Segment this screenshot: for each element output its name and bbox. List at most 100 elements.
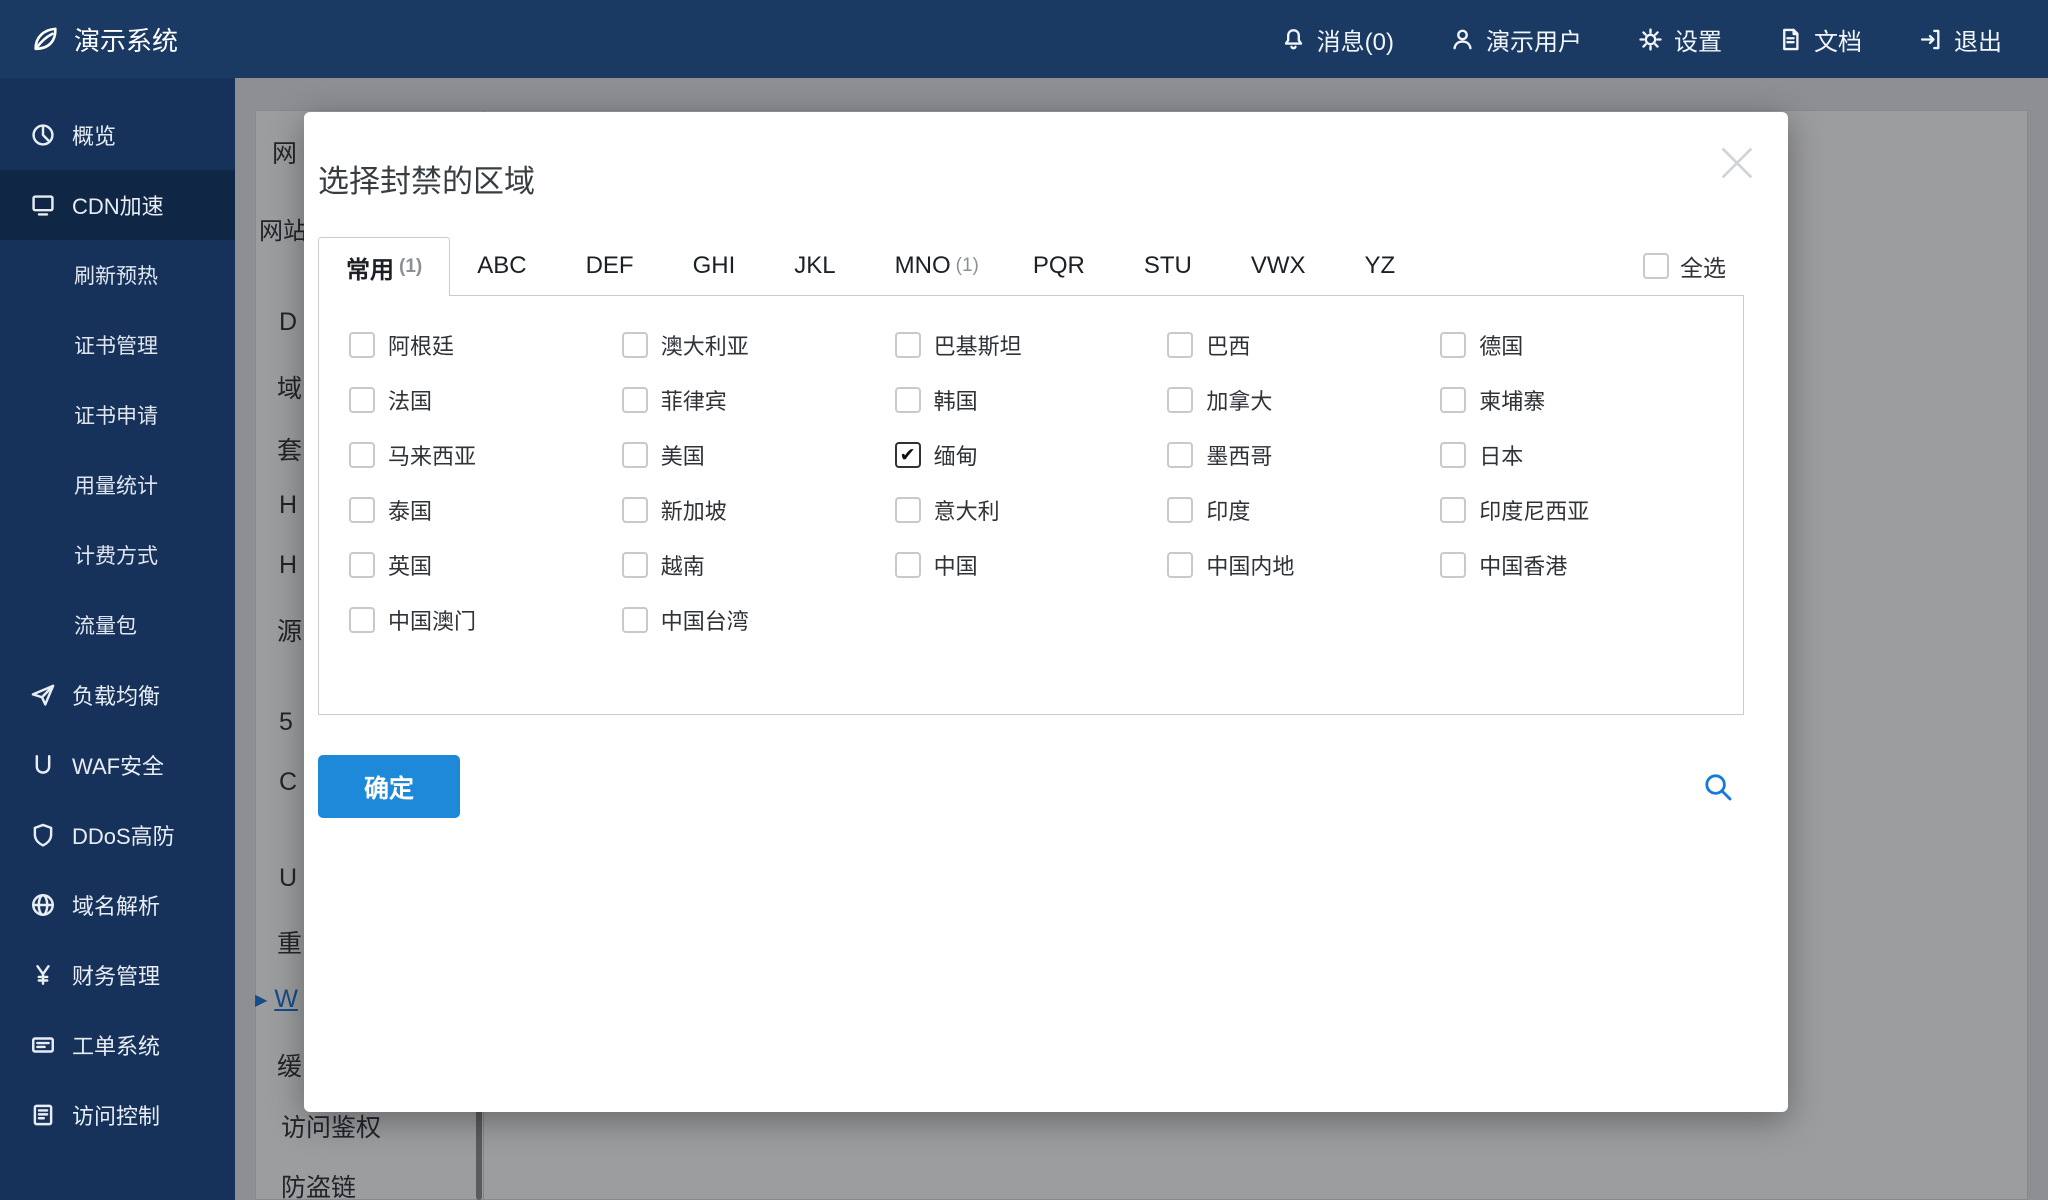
sidebar-item[interactable]: 财务管理 <box>0 940 235 1010</box>
checkbox[interactable]: ✔ <box>1167 552 1193 578</box>
region-option[interactable]: ✔ 泰国 <box>349 495 622 525</box>
modal-title: 选择封禁的区域 <box>318 112 1744 201</box>
checkbox[interactable]: ✔ <box>349 387 375 413</box>
checkbox[interactable]: ✔ <box>622 442 648 468</box>
region-option[interactable]: ✔ 印度 <box>1167 495 1440 525</box>
region-option[interactable]: ✔ 中国澳门 <box>349 605 622 635</box>
search-icon[interactable] <box>1698 767 1738 807</box>
region-option[interactable]: ✔ 缅甸 <box>895 440 1168 470</box>
region-option[interactable]: ✔ 中国内地 <box>1167 550 1440 580</box>
region-option[interactable]: ✔ 加拿大 <box>1167 385 1440 415</box>
navbar-item[interactable]: 退出 <box>1918 22 2002 57</box>
region-panel: ✔ 阿根廷 ✔ 澳大利亚 ✔ 巴基斯坦 <box>318 295 1744 715</box>
sidebar-item[interactable]: 刷新预热 <box>0 240 235 310</box>
region-option[interactable]: ✔ 英国 <box>349 550 622 580</box>
sidebar-item[interactable]: 概览 <box>0 100 235 170</box>
checkbox[interactable]: ✔ <box>349 552 375 578</box>
checkbox[interactable]: ✔ <box>622 332 648 358</box>
navbar-item[interactable]: 设置 <box>1638 22 1722 57</box>
region-option[interactable]: ✔ 印度尼西亚 <box>1440 495 1713 525</box>
sidebar-item[interactable]: 证书申请 <box>0 380 235 450</box>
checkbox[interactable]: ✔ <box>622 552 648 578</box>
region-option[interactable]: ✔ 中国 <box>895 550 1168 580</box>
region-option[interactable]: ✔ 巴基斯坦 <box>895 330 1168 360</box>
sidebar-item[interactable]: 流量包 <box>0 590 235 660</box>
tab[interactable]: PQR <box>1006 237 1117 295</box>
region-option[interactable]: ✔ 澳大利亚 <box>622 330 895 360</box>
brand[interactable]: 演示系统 <box>0 21 178 58</box>
sidebar-item[interactable]: 负载均衡 <box>0 660 235 730</box>
sidebar-item[interactable]: CDN加速 <box>0 170 235 240</box>
checkbox[interactable]: ✔ <box>1440 552 1466 578</box>
sidebar-item[interactable]: DDoS高防 <box>0 800 235 870</box>
checkbox[interactable]: ✔ <box>349 332 375 358</box>
select-all-checkbox[interactable]: ✔ 全选 <box>1643 249 1744 283</box>
sidebar-item[interactable]: 用量统计 <box>0 450 235 520</box>
navbar-item[interactable]: 消息(0) <box>1281 22 1394 57</box>
checkbox[interactable]: ✔ <box>1440 387 1466 413</box>
checkbox[interactable]: ✔ <box>895 552 921 578</box>
region-option[interactable]: ✔ 墨西哥 <box>1167 440 1440 470</box>
region-option[interactable]: ✔ 越南 <box>622 550 895 580</box>
tab[interactable]: JKL <box>767 237 867 295</box>
checkbox[interactable]: ✔ <box>895 497 921 523</box>
region-option[interactable]: ✔ 中国香港 <box>1440 550 1713 580</box>
tab[interactable]: ABC <box>450 237 558 295</box>
region-option[interactable]: ✔ 中国台湾 <box>622 605 895 635</box>
close-icon[interactable] <box>1712 138 1762 188</box>
sidebar-item[interactable]: 工单系统 <box>0 1010 235 1080</box>
access-icon <box>30 1102 56 1128</box>
confirm-button[interactable]: 确定 <box>318 755 460 818</box>
checkbox[interactable]: ✔ <box>895 332 921 358</box>
tab[interactable]: DEF <box>559 237 666 295</box>
checkbox[interactable]: ✔ <box>1167 497 1193 523</box>
checkbox[interactable]: ✔ <box>895 387 921 413</box>
sidebar-item[interactable]: 证书管理 <box>0 310 235 380</box>
region-option[interactable]: ✔ 日本 <box>1440 440 1713 470</box>
sidebar: 概览 CDN加速 刷新预热 证书管理 证书申请 <box>0 78 235 1200</box>
shield-icon <box>30 822 56 848</box>
checkbox[interactable]: ✔ <box>622 607 648 633</box>
checkbox[interactable]: ✔ <box>1167 442 1193 468</box>
checkbox[interactable]: ✔ <box>349 497 375 523</box>
checkbox[interactable]: ✔ <box>622 387 648 413</box>
checkbox[interactable]: ✔ <box>1167 387 1193 413</box>
navbar-item[interactable]: 文档 <box>1778 22 1862 57</box>
checkbox[interactable]: ✔ <box>1643 253 1669 279</box>
sidebar-item[interactable]: 访问控制 <box>0 1080 235 1150</box>
tab[interactable]: YZ <box>1338 237 1428 295</box>
sidebar-item[interactable]: 计费方式 <box>0 520 235 590</box>
sidebar-item[interactable]: 域名解析 <box>0 870 235 940</box>
navbar-menu: 消息(0) 演示用户 设置 文档 <box>1281 22 2048 57</box>
tabs-row: 常用 (1) ABC DEF <box>318 237 1744 295</box>
checkbox[interactable]: ✔ <box>1440 332 1466 358</box>
region-option[interactable]: ✔ 美国 <box>622 440 895 470</box>
tab[interactable]: VWX <box>1224 237 1338 295</box>
globe-icon <box>30 892 56 918</box>
navbar-item[interactable]: 演示用户 <box>1450 22 1582 57</box>
region-option[interactable]: ✔ 德国 <box>1440 330 1713 360</box>
region-option[interactable]: ✔ 巴西 <box>1167 330 1440 360</box>
checkbox[interactable]: ✔ <box>895 442 921 468</box>
checkbox[interactable]: ✔ <box>349 607 375 633</box>
checkbox[interactable]: ✔ <box>622 497 648 523</box>
region-option[interactable]: ✔ 柬埔寨 <box>1440 385 1713 415</box>
region-option[interactable]: ✔ 新加坡 <box>622 495 895 525</box>
checkbox[interactable]: ✔ <box>1440 497 1466 523</box>
region-option[interactable]: ✔ 意大利 <box>895 495 1168 525</box>
checkbox[interactable]: ✔ <box>349 442 375 468</box>
tab[interactable]: 常用 (1) <box>318 237 450 296</box>
tab[interactable]: MNO (1) <box>868 237 1006 295</box>
tab[interactable]: GHI <box>666 237 768 295</box>
sidebar-item[interactable]: WAF安全 <box>0 730 235 800</box>
checkbox[interactable]: ✔ <box>1167 332 1193 358</box>
region-option[interactable]: ✔ 阿根廷 <box>349 330 622 360</box>
region-option[interactable]: ✔ 韩国 <box>895 385 1168 415</box>
tab[interactable]: STU <box>1117 237 1224 295</box>
region-option[interactable]: ✔ 马来西亚 <box>349 440 622 470</box>
plane-icon <box>30 682 56 708</box>
region-option[interactable]: ✔ 菲律宾 <box>622 385 895 415</box>
top-navbar: 演示系统 消息(0) 演示用户 设置 <box>0 0 2048 78</box>
region-option[interactable]: ✔ 法国 <box>349 385 622 415</box>
checkbox[interactable]: ✔ <box>1440 442 1466 468</box>
